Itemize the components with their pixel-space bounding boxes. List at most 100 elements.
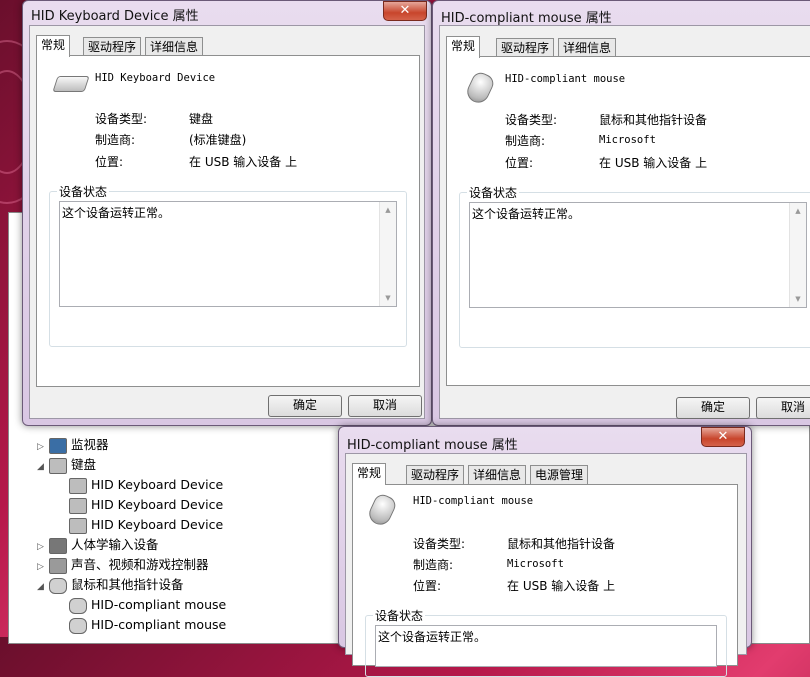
device-type-label: 设备类型: [413,537,466,551]
location-label: 位置: [413,579,442,593]
expand-arrow-icon[interactable]: ▷ [37,537,49,557]
device-tree-item[interactable]: ◢ 鼠标和其他指针设备 [37,575,184,595]
device-tree-item[interactable]: HID Keyboard Device [57,475,223,495]
device-tree-item[interactable]: ▷ 监视器 [37,435,109,455]
manufacturer-value: (标准键盘) [189,133,247,147]
device-status-title: 设备状态 [57,183,110,200]
mouse-icon [69,617,87,634]
general-panel: HID-compliant mouse 设备类型: 鼠标和其他指针设备 制造商:… [352,484,738,677]
hid-icon [49,537,67,554]
mouse-properties-dialog-2: HID-compliant mouse 属性 ✕ 常规 驱动程序 详细信息 电源… [338,426,752,677]
device-status-textbox[interactable]: 这个设备运转正常。 ▲ ▼ [59,201,397,307]
scroll-up-icon[interactable]: ▲ [380,202,396,218]
scroll-down-icon[interactable]: ▼ [790,291,806,307]
dialog-client: 常规 驱动程序 详细信息 电源管理 HID-compliant mouse 设备… [345,453,747,677]
tab-details[interactable]: 详细信息 [468,465,527,484]
cancel-button[interactable]: 取消 [348,395,422,417]
expand-arrow-icon[interactable]: ▷ [37,437,49,457]
dialog-title: HID Keyboard Device 属性 [31,9,199,24]
monitor-icon [49,437,67,454]
mouse-properties-dialog: HID-compliant mouse 属性 常规 驱动程序 详细信息 HID-… [432,0,810,426]
mouse-icon [365,491,399,529]
tab-driver[interactable]: 驱动程序 [406,465,465,484]
device-type-value: 鼠标和其他指针设备 [507,537,616,551]
dialog-title: HID-compliant mouse 属性 [441,11,612,26]
manufacturer-value: Microsoft [507,558,564,570]
tab-details[interactable]: 详细信息 [558,38,617,57]
dialog-title: HID-compliant mouse 属性 [347,438,518,453]
tab-driver[interactable]: 驱动程序 [83,37,142,56]
device-tree-label: HID Keyboard Device [91,517,224,532]
device-tree-label: 键盘 [71,457,97,472]
ok-button[interactable]: 确定 [676,397,750,419]
device-status-text: 这个设备运转正常。 [472,207,581,221]
location-value: 在 USB 输入设备 上 [507,579,616,593]
device-tree-item[interactable]: HID-compliant mouse [57,615,226,635]
device-tree-item[interactable]: ◢ 键盘 [37,455,96,475]
keyboard-icon [49,457,67,474]
speaker-icon [49,557,67,574]
close-button[interactable]: ✕ [383,1,427,21]
keyboard-icon [69,477,87,494]
device-type-label: 设备类型: [95,112,148,126]
device-tree-label: HID Keyboard Device [91,477,224,492]
device-tree-label: 声音、视频和游戏控制器 [71,557,209,572]
mouse-icon [463,69,497,107]
manufacturer-label: 制造商: [505,134,546,148]
device-type-value: 键盘 [189,112,214,126]
manufacturer-value: Microsoft [599,134,656,146]
general-panel: HID Keyboard Device 设备类型: 键盘 制造商: (标准键盘)… [36,55,420,387]
collapse-arrow-icon[interactable]: ◢ [37,577,49,597]
device-status-text: 这个设备运转正常。 [62,206,171,220]
tab-general[interactable]: 常规 [36,35,71,57]
device-tree-label: HID-compliant mouse [91,617,227,632]
device-status-textbox[interactable]: 这个设备运转正常。 ▲ ▼ [469,202,807,308]
keyboard-properties-dialog: HID Keyboard Device 属性 ✕ 常规 驱动程序 详细信息 HI… [22,0,432,426]
device-tree-label: 监视器 [71,437,109,452]
device-name: HID-compliant mouse [505,73,626,85]
expand-arrow-icon[interactable]: ▷ [37,557,49,577]
tab-general[interactable]: 常规 [352,463,387,485]
device-tree-label: 人体学输入设备 [71,537,159,552]
location-value: 在 USB 输入设备 上 [189,155,298,169]
tab-general[interactable]: 常规 [446,36,481,58]
device-tree-label: HID Keyboard Device [91,497,224,512]
status-scrollbar[interactable]: ▲ ▼ [379,202,396,306]
tab-driver[interactable]: 驱动程序 [496,38,555,57]
manufacturer-label: 制造商: [95,133,136,147]
device-tree-label: HID-compliant mouse [91,597,227,612]
device-tree-item[interactable]: ▷ 声音、视频和游戏控制器 [37,555,209,575]
keyboard-icon [69,517,87,534]
scroll-up-icon[interactable]: ▲ [790,203,806,219]
scroll-down-icon[interactable]: ▼ [380,290,396,306]
keyboard-icon [52,76,90,92]
device-status-textbox[interactable]: 这个设备运转正常。 [375,625,717,667]
general-panel: HID-compliant mouse 设备类型: 鼠标和其他指针设备 制造商:… [446,56,810,386]
device-status-title: 设备状态 [467,184,520,201]
tab-details[interactable]: 详细信息 [145,37,204,56]
location-value: 在 USB 输入设备 上 [599,156,708,170]
cancel-button[interactable]: 取消 [756,397,810,419]
location-label: 位置: [505,156,534,170]
device-tree-item[interactable]: ▷ 人体学输入设备 [37,535,159,555]
keyboard-icon [69,497,87,514]
device-name: HID-compliant mouse [413,495,534,507]
device-name: HID Keyboard Device [95,72,216,84]
mouse-icon [49,577,67,594]
device-tree-item[interactable]: HID Keyboard Device [57,495,223,515]
device-tree-item[interactable]: HID-compliant mouse [57,595,226,615]
dialog-client: 常规 驱动程序 详细信息 HID-compliant mouse 设备类型: 鼠… [439,25,810,419]
device-status-title: 设备状态 [373,607,426,624]
close-button[interactable]: ✕ [701,427,745,447]
device-tree-item[interactable]: HID Keyboard Device [57,515,223,535]
location-label: 位置: [95,155,124,169]
mouse-icon [69,597,87,614]
device-type-label: 设备类型: [505,113,558,127]
manufacturer-label: 制造商: [413,558,454,572]
tab-power-management[interactable]: 电源管理 [530,465,589,484]
device-tree-label: 鼠标和其他指针设备 [71,577,184,592]
dialog-client: 常规 驱动程序 详细信息 HID Keyboard Device 设备类型: 键… [29,25,425,419]
status-scrollbar[interactable]: ▲ ▼ [789,203,806,307]
ok-button[interactable]: 确定 [268,395,342,417]
collapse-arrow-icon[interactable]: ◢ [37,457,49,477]
